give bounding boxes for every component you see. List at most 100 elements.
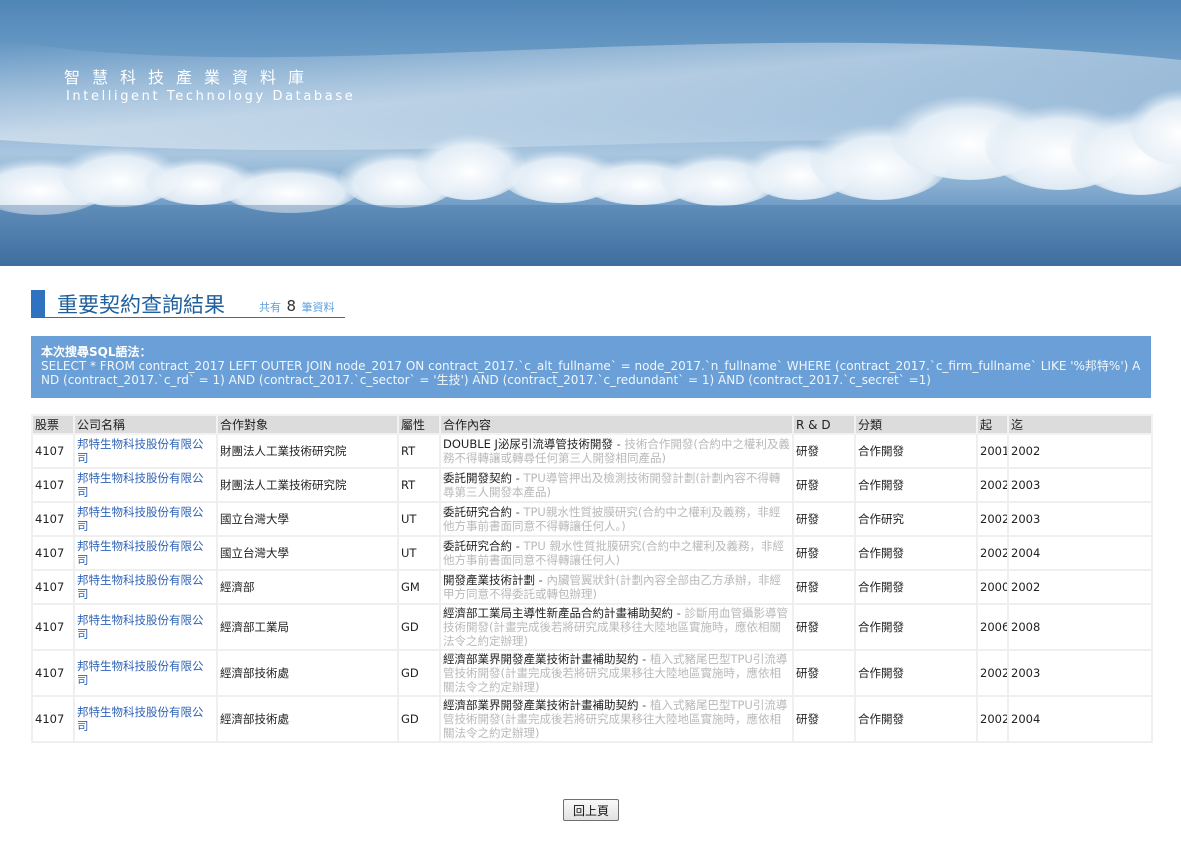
column-header-category: 分類: [854, 414, 978, 435]
result-count-suffix: 筆資料: [301, 301, 335, 314]
cell-attribute: RT: [397, 433, 441, 469]
cell-attribute: UT: [397, 535, 441, 571]
table-body: 4107 邦特生物科技股份有限公司 財團法人工業技術研究院 RT DOUBLE J泌尿引…: [31, 433, 1153, 743]
table-header-row: 股票 公司名稱 合作對象 屬性 合作內容 R & D 分類起迄: [31, 414, 1153, 435]
separator: -: [512, 471, 524, 485]
company-link[interactable]: 邦特生物科技股份有限公司: [77, 505, 204, 533]
cell-company: 邦特生物科技股份有限公司: [73, 535, 218, 571]
column-header-company: 公司名稱: [73, 414, 218, 435]
table-row: 4107 邦特生物科技股份有限公司 經濟部技術處 GD 經濟部業界開發產業技術計畫補助契…: [31, 649, 1153, 697]
cell-start-year: 2000: [976, 569, 1009, 605]
separator: -: [512, 505, 524, 519]
cell-partner: 經濟部: [216, 569, 399, 605]
result-count: 共有 8 筆資料: [259, 297, 335, 315]
company-link[interactable]: 邦特生物科技股份有限公司: [77, 437, 204, 465]
header-banner: 智慧科技產業資料庫 Intelligent Technology Databas…: [0, 0, 1181, 266]
table-row: 4107 邦特生物科技股份有限公司 財團法人工業技術研究院 RT 委託開發契約 - TP…: [31, 467, 1153, 503]
table-row: 4107 邦特生物科技股份有限公司 國立台灣大學 UT 委託研究合約 - TPU 親水性…: [31, 535, 1153, 571]
cell-category: 合作開發: [854, 695, 978, 743]
cell-content: 經濟部業界開發產業技術計畫補助契約 - 植入式豬尾巴型TPU引流導管技術開發(計…: [439, 649, 794, 697]
cell-category: 合作開發: [854, 535, 978, 571]
cell-company: 邦特生物科技股份有限公司: [73, 467, 218, 503]
company-link[interactable]: 邦特生物科技股份有限公司: [77, 613, 204, 641]
cell-attribute: GD: [397, 603, 441, 651]
separator: -: [535, 573, 547, 587]
cell-stock: 4107: [31, 695, 75, 743]
cell-category: 合作開發: [854, 467, 978, 503]
column-header-attribute: 屬性: [397, 414, 441, 435]
contract-title: 經濟部業界開發產業技術計畫補助契約: [443, 698, 639, 712]
sky-cloud-image: [0, 40, 1181, 266]
separator: -: [638, 698, 650, 712]
cell-content: DOUBLE J泌尿引流導管技術開發 - 技術合作開發(合約中之權利及義務不得轉…: [439, 433, 794, 469]
cell-end-year: 2004: [1007, 535, 1153, 571]
cell-stock: 4107: [31, 569, 75, 605]
sql-query-text: SELECT * FROM contract_2017 LEFT OUTER J…: [41, 359, 1141, 387]
contract-title: 開發產業技術計劃: [443, 573, 535, 587]
cell-start-year: 2006: [976, 603, 1009, 651]
cell-attribute: GD: [397, 695, 441, 743]
cell-partner: 國立台灣大學: [216, 535, 399, 571]
cell-category: 合作開發: [854, 433, 978, 469]
cell-stock: 4107: [31, 467, 75, 503]
cell-end-year: 2008: [1007, 603, 1153, 651]
table-row: 4107 邦特生物科技股份有限公司 國立台灣大學 UT 委託研究合約 - TPU親水性質…: [31, 501, 1153, 537]
company-link[interactable]: 邦特生物科技股份有限公司: [77, 659, 204, 687]
cell-start-year: 2002: [976, 649, 1009, 697]
heading-accent-bar: [31, 290, 45, 317]
table-row: 4107 邦特生物科技股份有限公司 經濟部工業局 GD 經濟部工業局主導性新產品合約計畫…: [31, 603, 1153, 651]
cell-end-year: 2004: [1007, 695, 1153, 743]
company-link[interactable]: 邦特生物科技股份有限公司: [77, 705, 204, 733]
banner-title-english: Intelligent Technology Database: [66, 89, 356, 104]
cell-content: 經濟部業界開發產業技術計畫補助契約 - 植入式豬尾巴型TPU引流導管技術開發(計…: [439, 695, 794, 743]
separator: -: [612, 437, 625, 451]
contract-title: 經濟部業界開發產業技術計畫補助契約: [443, 652, 639, 666]
cell-partner: 經濟部工業局: [216, 603, 399, 651]
contract-title: 委託研究合約: [443, 505, 512, 519]
page-title: 重要契約查詢結果: [57, 293, 225, 317]
results-table: 股票 公司名稱 合作對象 屬性 合作內容 R & D 分類起迄 4107 邦特生物科技股份有限…: [31, 414, 1153, 743]
cell-partner: 經濟部技術處: [216, 695, 399, 743]
cell-content: 委託開發契約 - TPU導管押出及檢測技術開發計劃(計劃內容不得轉尋第三人開發本…: [439, 467, 794, 503]
cell-partner: 國立台灣大學: [216, 501, 399, 537]
cell-end-year: 2002: [1007, 569, 1153, 605]
result-count-number: 8: [286, 297, 297, 315]
cell-stock: 4107: [31, 649, 75, 697]
cell-stock: 4107: [31, 501, 75, 537]
cell-start-year: 2002: [976, 501, 1009, 537]
cell-rd: 研發: [792, 603, 856, 651]
cell-company: 邦特生物科技股份有限公司: [73, 433, 218, 469]
cell-content: 委託研究合約 - TPU 親水性質批膜研究(合約中之權利及義務，非經他方事前書面…: [439, 535, 794, 571]
column-header-end-year: 迄: [1007, 414, 1153, 435]
company-link[interactable]: 邦特生物科技股份有限公司: [77, 539, 204, 567]
column-header-stock: 股票: [31, 414, 75, 435]
contract-title: 經濟部工業局主導性新產品合約計畫補助契約: [443, 606, 673, 620]
cell-rd: 研發: [792, 501, 856, 537]
back-button[interactable]: 回上頁: [563, 799, 619, 821]
cell-rd: 研發: [792, 649, 856, 697]
separator: -: [512, 539, 524, 553]
contract-title: DOUBLE J泌尿引流導管技術開發: [443, 437, 613, 451]
sql-label: 本次搜尋SQL語法：: [41, 345, 152, 359]
column-header-start-year: 起: [976, 414, 1009, 435]
cell-company: 邦特生物科技股份有限公司: [73, 649, 218, 697]
cell-company: 邦特生物科技股份有限公司: [73, 695, 218, 743]
cell-start-year: 2001: [976, 433, 1009, 469]
cell-end-year: 2002: [1007, 433, 1153, 469]
company-link[interactable]: 邦特生物科技股份有限公司: [77, 573, 204, 601]
cell-content: 開發產業技術計劃 - 內臟管翼狀針(計劃內容全部由乙方承辦，非經甲方同意不得委託…: [439, 569, 794, 605]
page-heading: 重要契約查詢結果 共有 8 筆資料: [31, 290, 345, 318]
cell-rd: 研發: [792, 535, 856, 571]
cell-start-year: 2002: [976, 467, 1009, 503]
cell-category: 合作開發: [854, 603, 978, 651]
cell-content: 經濟部工業局主導性新產品合約計畫補助契約 - 診斷用血管攝影導管技術開發(計畫完…: [439, 603, 794, 651]
cell-category: 合作開發: [854, 649, 978, 697]
cell-end-year: 2003: [1007, 649, 1153, 697]
cell-partner: 財團法人工業技術研究院: [216, 467, 399, 503]
cell-category: 合作開發: [854, 569, 978, 605]
cell-stock: 4107: [31, 535, 75, 571]
company-link[interactable]: 邦特生物科技股份有限公司: [77, 471, 204, 499]
cell-end-year: 2003: [1007, 501, 1153, 537]
cell-rd: 研發: [792, 695, 856, 743]
cell-company: 邦特生物科技股份有限公司: [73, 569, 218, 605]
